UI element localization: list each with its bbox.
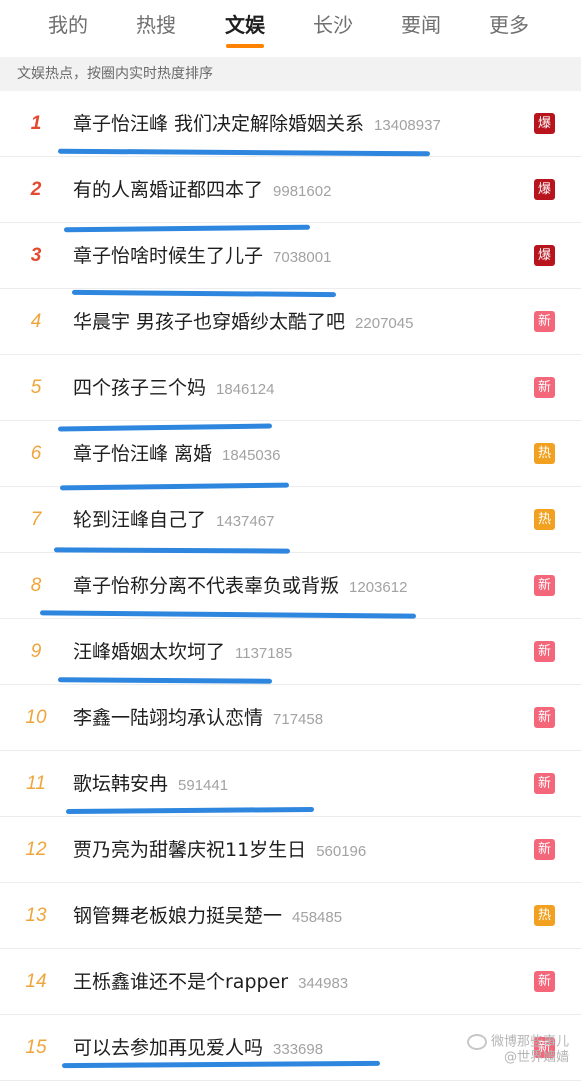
rank-number: 1: [30, 113, 42, 134]
heat-count: 1437467: [216, 513, 275, 530]
hot-list: 1 章子怡汪峰 我们决定解除婚姻关系 13408937 爆 2 有的人离婚证都四本了 998…: [0, 91, 581, 1081]
heat-count: 333698: [273, 1041, 324, 1058]
status-badge: 新: [534, 377, 555, 398]
topic-title: 章子怡汪峰 我们决定解除婚姻关系: [73, 113, 365, 135]
tab-mine[interactable]: 我的: [44, 0, 92, 50]
rank-number: 15: [25, 1037, 47, 1058]
rank-number: 14: [25, 971, 47, 992]
topic-title-line: 章子怡啥时候生了儿子 7038001: [73, 223, 331, 289]
list-item[interactable]: 4 华晨宇 男孩子也穿婚纱太酷了吧 2207045 新: [0, 289, 581, 355]
heat-count: 7038001: [273, 249, 332, 266]
list-item[interactable]: 2 有的人离婚证都四本了 9981602 爆: [0, 157, 581, 223]
heat-count: 9981602: [273, 183, 332, 200]
active-tab-indicator: [226, 44, 264, 48]
rank-number: 12: [25, 839, 47, 860]
heat-count: 1203612: [349, 579, 408, 596]
topic-title: 有的人离婚证都四本了: [73, 179, 264, 201]
topic-title-line: 贾乃亮为甜馨庆祝11岁生日 560196: [73, 817, 366, 883]
list-item[interactable]: 14 王栎鑫谁还不是个rapper 344983 新: [0, 949, 581, 1015]
topic-title-line: 华晨宇 男孩子也穿婚纱太酷了吧 2207045: [73, 289, 413, 355]
status-badge: 新: [534, 311, 555, 332]
status-badge: 热: [534, 509, 555, 530]
topic-title-line: 有的人离婚证都四本了 9981602: [73, 157, 331, 223]
topic-title: 歌坛韩安冉: [73, 773, 169, 795]
rank-number: 7: [30, 509, 42, 530]
tab-changsha[interactable]: 长沙: [309, 0, 357, 50]
rank-number: 9: [30, 641, 42, 662]
topic-title: 轮到汪峰自己了: [73, 509, 207, 531]
heat-count: 458485: [292, 909, 343, 926]
rank-number: 3: [30, 245, 42, 266]
topic-title-line: 四个孩子三个妈 1846124: [73, 355, 274, 421]
list-item[interactable]: 9 汪峰婚姻太坎坷了 1137185 新: [0, 619, 581, 685]
status-badge: 新: [534, 707, 555, 728]
topic-title: 钢管舞老板娘力挺吴楚一: [73, 905, 283, 927]
topic-title-line: 轮到汪峰自己了 1437467: [73, 487, 274, 553]
topic-title: 章子怡啥时候生了儿子: [73, 245, 264, 267]
topic-title: 汪峰婚姻太坎坷了: [73, 641, 226, 663]
topic-title: 王栎鑫谁还不是个rapper: [73, 971, 289, 993]
topic-title: 章子怡称分离不代表辜负或背叛: [73, 575, 340, 597]
list-description: 文娱热点，按圈内实时热度排序: [0, 57, 581, 91]
status-badge: 新: [534, 575, 555, 596]
heat-count: 1845036: [222, 447, 281, 464]
topic-title: 贾乃亮为甜馨庆祝11岁生日: [73, 839, 307, 861]
rank-number: 11: [26, 773, 46, 794]
topic-title: 华晨宇 男孩子也穿婚纱太酷了吧: [73, 311, 346, 333]
rank-number: 10: [25, 707, 47, 728]
tab-hot-search[interactable]: 热搜: [132, 0, 180, 50]
topic-title-line: 章子怡称分离不代表辜负或背叛 1203612: [73, 553, 407, 619]
topic-title-line: 章子怡汪峰 我们决定解除婚姻关系 13408937: [73, 91, 441, 157]
topic-title-line: 章子怡汪峰 离婚 1845036: [73, 421, 280, 487]
topic-title-line: 钢管舞老板娘力挺吴楚一 458485: [73, 883, 342, 949]
rank-number: 6: [30, 443, 42, 464]
rank-number: 13: [25, 905, 47, 926]
status-badge: 热: [534, 443, 555, 464]
list-item[interactable]: 13 钢管舞老板娘力挺吴楚一 458485 热: [0, 883, 581, 949]
heat-count: 591441: [178, 777, 229, 794]
status-badge: 新: [534, 971, 555, 992]
rank-number: 5: [30, 377, 42, 398]
status-badge: 爆: [534, 179, 555, 200]
topic-title: 四个孩子三个妈: [73, 377, 207, 399]
status-badge: 新: [534, 839, 555, 860]
list-item[interactable]: 8 章子怡称分离不代表辜负或背叛 1203612 新: [0, 553, 581, 619]
list-item[interactable]: 12 贾乃亮为甜馨庆祝11岁生日 560196 新: [0, 817, 581, 883]
watermark: 微博那些事儿 @世界嫱嫱: [466, 1033, 569, 1067]
status-badge: 爆: [534, 113, 555, 134]
status-badge: 新: [534, 773, 555, 794]
status-badge: 新: [534, 641, 555, 662]
watermark-line2: @世界嫱嫱: [503, 1050, 569, 1065]
list-item[interactable]: 3 章子怡啥时候生了儿子 7038001 爆: [0, 223, 581, 289]
heat-count: 1137185: [235, 645, 293, 662]
tab-entertainment[interactable]: 文娱: [221, 0, 269, 50]
heat-count: 1846124: [216, 381, 275, 398]
weibo-logo-icon: [466, 1033, 487, 1050]
status-badge: 爆: [534, 245, 555, 266]
heat-count: 13408937: [374, 117, 441, 134]
heat-count: 344983: [298, 975, 349, 992]
topic-title-line: 王栎鑫谁还不是个rapper 344983: [73, 949, 348, 1015]
topic-title: 可以去参加再见爱人吗: [73, 1037, 264, 1059]
watermark-line1: 微博那些事儿: [490, 1034, 569, 1049]
category-tabs: 我的 热搜 文娱 长沙 要闻 更多: [0, 0, 581, 58]
status-badge: 热: [534, 905, 555, 926]
list-item[interactable]: 7 轮到汪峰自己了 1437467 热: [0, 487, 581, 553]
list-item[interactable]: 5 四个孩子三个妈 1846124 新: [0, 355, 581, 421]
topic-title-line: 可以去参加再见爱人吗 333698: [73, 1015, 323, 1081]
rank-number: 4: [30, 311, 42, 332]
rank-number: 8: [30, 575, 42, 596]
tab-more[interactable]: 更多: [485, 0, 533, 50]
topic-title-line: 汪峰婚姻太坎坷了 1137185: [73, 619, 292, 685]
heat-count: 560196: [316, 843, 367, 860]
list-item[interactable]: 10 李鑫一陆翊均承认恋情 717458 新: [0, 685, 581, 751]
rank-number: 2: [30, 179, 42, 200]
topic-title: 李鑫一陆翊均承认恋情: [73, 707, 264, 729]
topic-title: 章子怡汪峰 离婚: [73, 443, 213, 465]
heat-count: 717458: [273, 711, 324, 728]
list-item[interactable]: 1 章子怡汪峰 我们决定解除婚姻关系 13408937 爆: [0, 91, 581, 157]
heat-count: 2207045: [355, 315, 414, 332]
topic-title-line: 李鑫一陆翊均承认恋情 717458: [73, 685, 323, 751]
tab-news[interactable]: 要闻: [397, 0, 445, 50]
